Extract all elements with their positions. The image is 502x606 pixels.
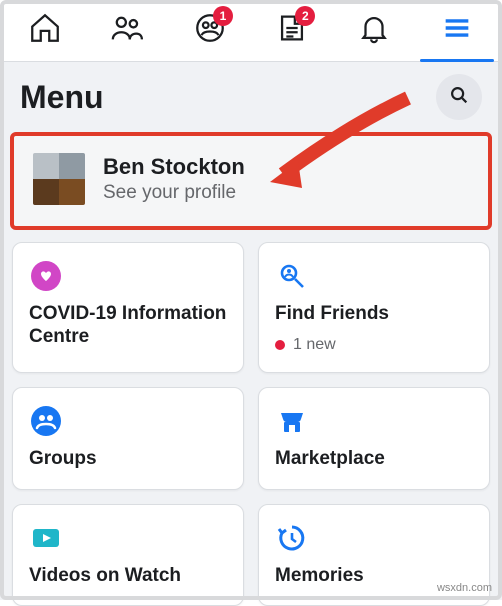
top-nav: 1 2 <box>0 0 502 62</box>
menu-header: Menu <box>0 62 502 126</box>
heart-shield-icon <box>29 259 63 293</box>
news-badge: 2 <box>295 6 315 26</box>
groups-badge: 1 <box>213 6 233 26</box>
nav-menu[interactable] <box>416 0 498 61</box>
find-friends-icon <box>275 259 309 293</box>
groups-circle-icon <box>29 404 63 438</box>
watermark: wsxdn.com <box>437 582 492 594</box>
shortcut-grid: COVID-19 Information Centre Find Friends… <box>0 242 502 606</box>
home-icon <box>28 11 62 50</box>
card-videos[interactable]: Videos on Watch <box>12 504 244 606</box>
card-title: Find Friends <box>275 303 473 326</box>
card-marketplace[interactable]: Marketplace <box>258 387 490 490</box>
card-covid[interactable]: COVID-19 Information Centre <box>12 242 244 373</box>
profile-name: Ben Stockton <box>103 154 245 180</box>
search-button[interactable] <box>436 74 482 120</box>
card-title: COVID-19 Information Centre <box>29 303 227 349</box>
nav-groups[interactable]: 1 <box>169 0 251 61</box>
card-groups[interactable]: Groups <box>12 387 244 490</box>
card-title: Marketplace <box>275 448 473 471</box>
nav-news[interactable]: 2 <box>251 0 333 61</box>
profile-card[interactable]: Ben Stockton See your profile <box>12 134 490 228</box>
avatar <box>33 153 85 205</box>
card-find-friends[interactable]: Find Friends 1 new <box>258 242 490 373</box>
bell-icon <box>357 11 391 50</box>
profile-text: Ben Stockton See your profile <box>103 154 245 204</box>
memories-icon <box>275 521 309 555</box>
card-title: Videos on Watch <box>29 565 227 588</box>
profile-subtitle: See your profile <box>103 182 245 204</box>
nav-notifications[interactable] <box>333 0 415 61</box>
card-sub-text: 1 new <box>293 336 336 354</box>
page-title: Menu <box>20 79 104 116</box>
search-icon <box>448 84 470 111</box>
hamburger-icon <box>440 11 474 50</box>
content-area: Menu Ben Stockton See your profile COVID… <box>0 62 502 600</box>
watch-icon <box>29 521 63 555</box>
card-title: Groups <box>29 448 227 471</box>
nav-home[interactable] <box>4 0 86 61</box>
marketplace-icon <box>275 404 309 438</box>
nav-friends[interactable] <box>86 0 168 61</box>
card-sub: 1 new <box>275 336 473 354</box>
notification-dot-icon <box>275 340 285 350</box>
friends-icon <box>110 11 144 50</box>
